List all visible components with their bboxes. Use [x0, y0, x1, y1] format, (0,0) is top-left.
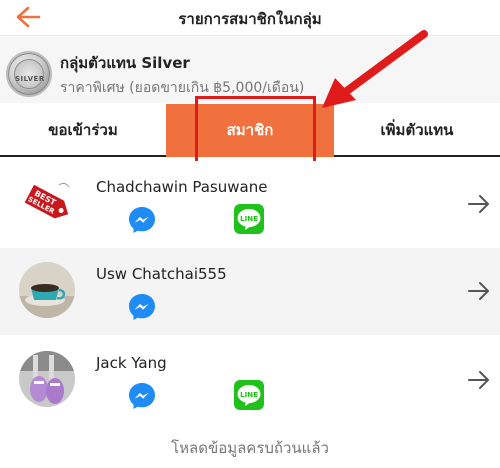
page-title: รายการสมาชิกในกลุ่ม [178, 10, 322, 28]
best-seller-tag-icon: BEST SELLER [19, 175, 75, 231]
member-row[interactable]: Usw Chatchai555 [0, 248, 500, 335]
group-info-card: SILVER กลุ่มตัวแทน Silver ราคาพิเศษ (ยอด… [0, 37, 500, 103]
coffee-cup-photo-icon [19, 262, 75, 318]
member-row[interactable]: Jack Yang LINE [0, 337, 500, 424]
member-name: Jack Yang [96, 354, 167, 372]
tab-members[interactable]: สมาชิก [166, 104, 334, 157]
line-icon-label: LINE [240, 215, 258, 223]
avatar [19, 351, 75, 407]
group-description: ราคาพิเศษ (ยอดขายเกิน ฿5,000/เดือน) [60, 80, 305, 96]
group-name: กลุ่มตัวแทน Silver [60, 54, 190, 72]
silver-badge-icon: SILVER [6, 51, 52, 97]
tab-add-agent[interactable]: เพิ่มตัวแทน [334, 104, 500, 157]
messenger-icon[interactable] [127, 205, 157, 235]
load-complete-text: โหลดข้อมูลครบถ้วนแล้ว [171, 439, 329, 457]
badge-label: SILVER [15, 75, 45, 83]
member-name: Usw Chatchai555 [96, 265, 227, 283]
line-icon[interactable]: LINE [234, 204, 264, 234]
tab-join-requests[interactable]: ขอเข้าร่วม [0, 104, 166, 157]
top-bar: รายการสมาชิกในกลุ่ม [0, 0, 500, 36]
sandals-photo-icon [19, 351, 75, 407]
messenger-icon[interactable] [127, 292, 157, 322]
avatar: BEST SELLER [19, 175, 75, 231]
arrow-right-icon[interactable] [466, 278, 492, 304]
arrow-right-icon[interactable] [466, 191, 492, 217]
line-icon[interactable]: LINE [234, 380, 264, 410]
member-row[interactable]: BEST SELLER Chadchawin Pasuwane LINE [0, 161, 500, 248]
member-name: Chadchawin Pasuwane [96, 178, 268, 196]
line-icon-label: LINE [240, 391, 258, 399]
arrow-right-icon[interactable] [466, 367, 492, 393]
member-tabs: ขอเข้าร่วม สมาชิก เพิ่มตัวแทน [0, 104, 500, 157]
avatar [19, 262, 75, 318]
messenger-icon[interactable] [127, 381, 157, 411]
